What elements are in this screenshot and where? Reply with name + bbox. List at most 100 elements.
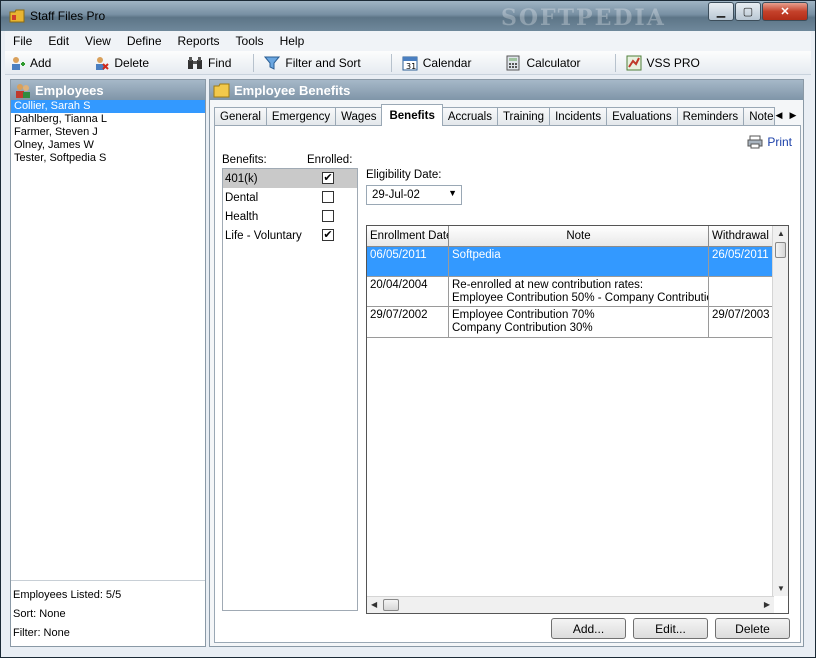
benefits-tab-content: Print Benefits: Enrolled: 401(k) ✔ Denta… [214,125,801,643]
print-link[interactable]: Print [747,135,792,149]
funnel-icon [264,56,281,70]
chevron-down-icon[interactable]: ▼ [448,188,457,198]
scroll-down-icon[interactable]: ▼ [777,584,785,593]
tab-notes[interactable]: Notes [743,107,776,126]
enrollment-date-cell: 20/04/2004 [367,277,449,306]
vss-pro-label: VSS PRO [646,55,700,70]
column-note[interactable]: Note [449,226,709,247]
tab-reminders[interactable]: Reminders [676,107,745,126]
svg-text:31: 31 [406,62,416,71]
menu-define[interactable]: Define [119,34,170,48]
column-withdrawal-date[interactable]: Withdrawal D [709,226,774,247]
benefits-header: Employee Benefits [210,80,803,100]
table-row[interactable]: 29/07/2002 Employee Contribution 70% Com… [367,307,788,338]
employees-panel: Employees Collier, Sarah S Dahlberg, Tia… [10,79,206,647]
employees-header: Employees [11,80,205,100]
note-cell: Employee Contribution 70% Company Contri… [449,307,709,337]
menu-help[interactable]: Help [272,34,313,48]
delete-benefit-button[interactable]: Delete [715,618,790,639]
add-label: Add [30,55,52,70]
tab-general[interactable]: General [214,107,267,126]
grid-vertical-scrollbar[interactable]: ▲ ▼ [772,226,788,596]
sort-status: Sort: None [13,608,66,620]
tab-benefits[interactable]: Benefits [381,104,443,126]
benefit-row[interactable]: Dental [223,188,357,207]
tab-scroll-left-icon[interactable]: ◀ [772,107,786,123]
edit-benefit-button[interactable]: Edit... [633,618,708,639]
scroll-left-icon[interactable]: ◀ [371,600,377,609]
column-enrollment-date[interactable]: Enrollment Date [367,226,449,247]
scroll-thumb[interactable] [383,599,399,611]
print-label: Print [767,135,792,149]
note-cell: Re-enrolled at new contribution rates: E… [449,277,709,306]
filter-sort-button[interactable]: Filter and Sort [260,52,364,74]
tab-accruals[interactable]: Accruals [441,107,498,126]
table-row[interactable]: 20/04/2004 Re-enrolled at new contributi… [367,277,788,307]
add-benefit-button[interactable]: Add... [551,618,626,639]
eligibility-date-picker[interactable]: 29-Jul-02 ▼ [366,185,462,205]
menu-reports[interactable]: Reports [170,34,228,48]
maximize-icon: ▢ [742,6,754,18]
employee-item[interactable]: Dahlberg, Tianna L [11,113,205,126]
employees-icon [16,83,30,98]
find-button[interactable]: Find [183,52,235,74]
delete-user-icon [96,56,110,70]
minimize-icon: ▁ [716,6,726,18]
delete-button[interactable]: Delete [89,52,153,74]
note-line: Employee Contribution 50% - Company Cont… [452,292,709,304]
softpedia-watermark: SOFTPEDIA [501,5,666,31]
tab-training[interactable]: Training [496,107,551,126]
enrolled-checkbox[interactable]: ✔ [322,172,334,184]
note-cell: Softpedia [449,247,709,276]
enrolled-label: Enrolled: [307,154,353,166]
menu-file[interactable]: File [5,34,40,48]
calendar-icon: 31 [402,56,418,71]
enrolled-checkbox[interactable]: ✔ [322,229,334,241]
add-user-icon [12,56,25,70]
calculator-button[interactable]: Calculator [501,52,584,74]
close-icon: ✕ [780,6,790,18]
title-bar[interactable]: Staff Files Pro SOFTPEDIA ▁ ▢ ✕ [1,1,815,31]
employee-item[interactable]: Collier, Sarah S [11,100,205,113]
vss-pro-button[interactable]: VSS PRO [622,52,704,74]
benefit-row[interactable]: Health [223,207,357,226]
add-button[interactable]: Add [5,52,55,74]
benefit-row[interactable]: Life - Voluntary ✔ [223,226,357,245]
benefits-list: 401(k) ✔ Dental Health Life - Voluntary … [222,168,358,611]
scroll-thumb[interactable] [775,242,786,258]
note-line: Softpedia [452,249,501,261]
scroll-right-icon[interactable]: ▶ [764,600,770,609]
app-window: Staff Files Pro SOFTPEDIA ▁ ▢ ✕ File Edi… [0,0,816,658]
benefit-row[interactable]: 401(k) ✔ [223,169,357,188]
enrolled-checkbox[interactable] [322,191,334,203]
benefit-name: 401(k) [225,172,258,185]
maximize-button[interactable]: ▢ [735,2,761,21]
toolbar: Add Delete Find Filter and Sort 31 Calen… [5,51,811,75]
menu-tools[interactable]: Tools [228,34,272,48]
minimize-button[interactable]: ▁ [708,2,734,21]
employees-listed-count: Employees Listed: 5/5 [13,589,122,601]
employee-item[interactable]: Farmer, Steven J [11,126,205,139]
tab-wages[interactable]: Wages [335,107,383,126]
tab-emergency[interactable]: Emergency [265,107,337,126]
eligibility-date-label: Eligibility Date: [366,169,442,181]
calendar-button[interactable]: 31 Calendar [398,52,476,74]
enrollment-date-cell: 29/07/2002 [367,307,449,337]
grid-horizontal-scrollbar[interactable]: ◀ ▶ [367,596,774,613]
scroll-up-icon[interactable]: ▲ [777,229,785,238]
menu-view[interactable]: View [77,34,119,48]
menu-edit[interactable]: Edit [40,34,77,48]
employee-item[interactable]: Olney, James W [11,139,205,152]
tab-scroll-right-icon[interactable]: ▶ [786,107,800,123]
delete-label: Delete [114,55,150,70]
tab-incidents[interactable]: Incidents [549,107,608,126]
employee-item[interactable]: Tester, Softpedia S [11,152,205,165]
tab-evaluations[interactable]: Evaluations [606,107,678,126]
tab-strip: General Emergency Wages Benefits Accrual… [214,104,802,126]
tab-scroll-buttons: ◀ ▶ [772,107,800,123]
menu-bar: File Edit View Define Reports Tools Help [5,31,811,51]
table-row[interactable]: 06/05/2011 Softpedia 26/05/2011 [367,247,788,277]
benefit-name: Health [225,210,259,223]
enrolled-checkbox[interactable] [322,210,334,222]
close-button[interactable]: ✕ [762,2,808,21]
